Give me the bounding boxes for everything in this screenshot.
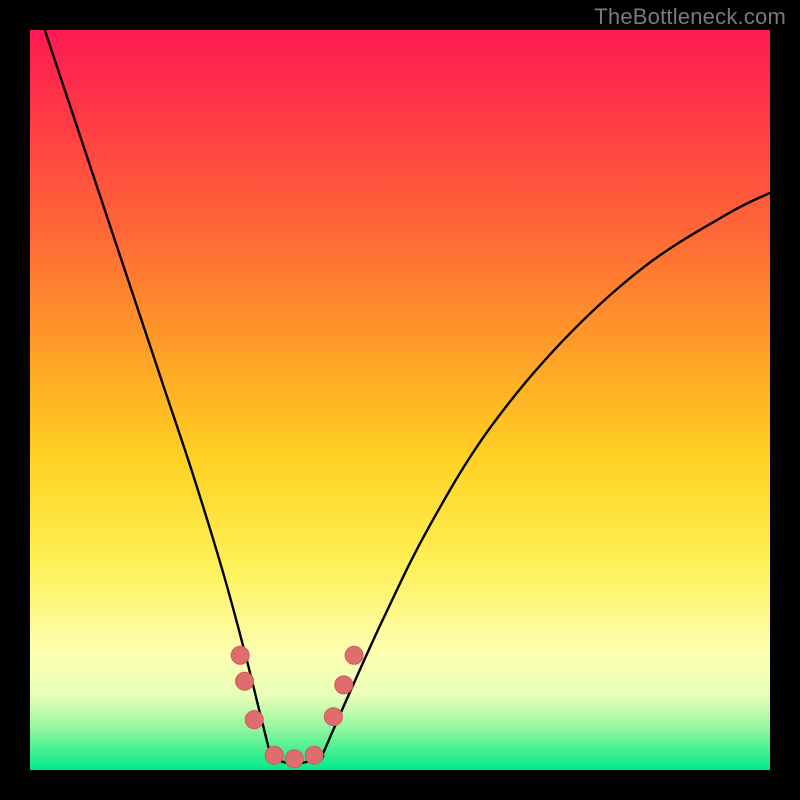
chart-frame: TheBottleneck.com bbox=[0, 0, 800, 800]
valley-marker bbox=[265, 746, 283, 764]
plot-area bbox=[30, 30, 770, 770]
valley-marker bbox=[345, 646, 363, 664]
valley-marker bbox=[305, 746, 323, 764]
valley-marker bbox=[335, 676, 353, 694]
valley-marker bbox=[324, 708, 342, 726]
valley-marker bbox=[236, 672, 254, 690]
valley-marker bbox=[231, 646, 249, 664]
valley-marker bbox=[285, 750, 303, 768]
valley-marker bbox=[245, 711, 263, 729]
curve-layer bbox=[30, 30, 770, 770]
bottleneck-curve bbox=[45, 30, 770, 764]
watermark-text: TheBottleneck.com bbox=[594, 4, 786, 30]
